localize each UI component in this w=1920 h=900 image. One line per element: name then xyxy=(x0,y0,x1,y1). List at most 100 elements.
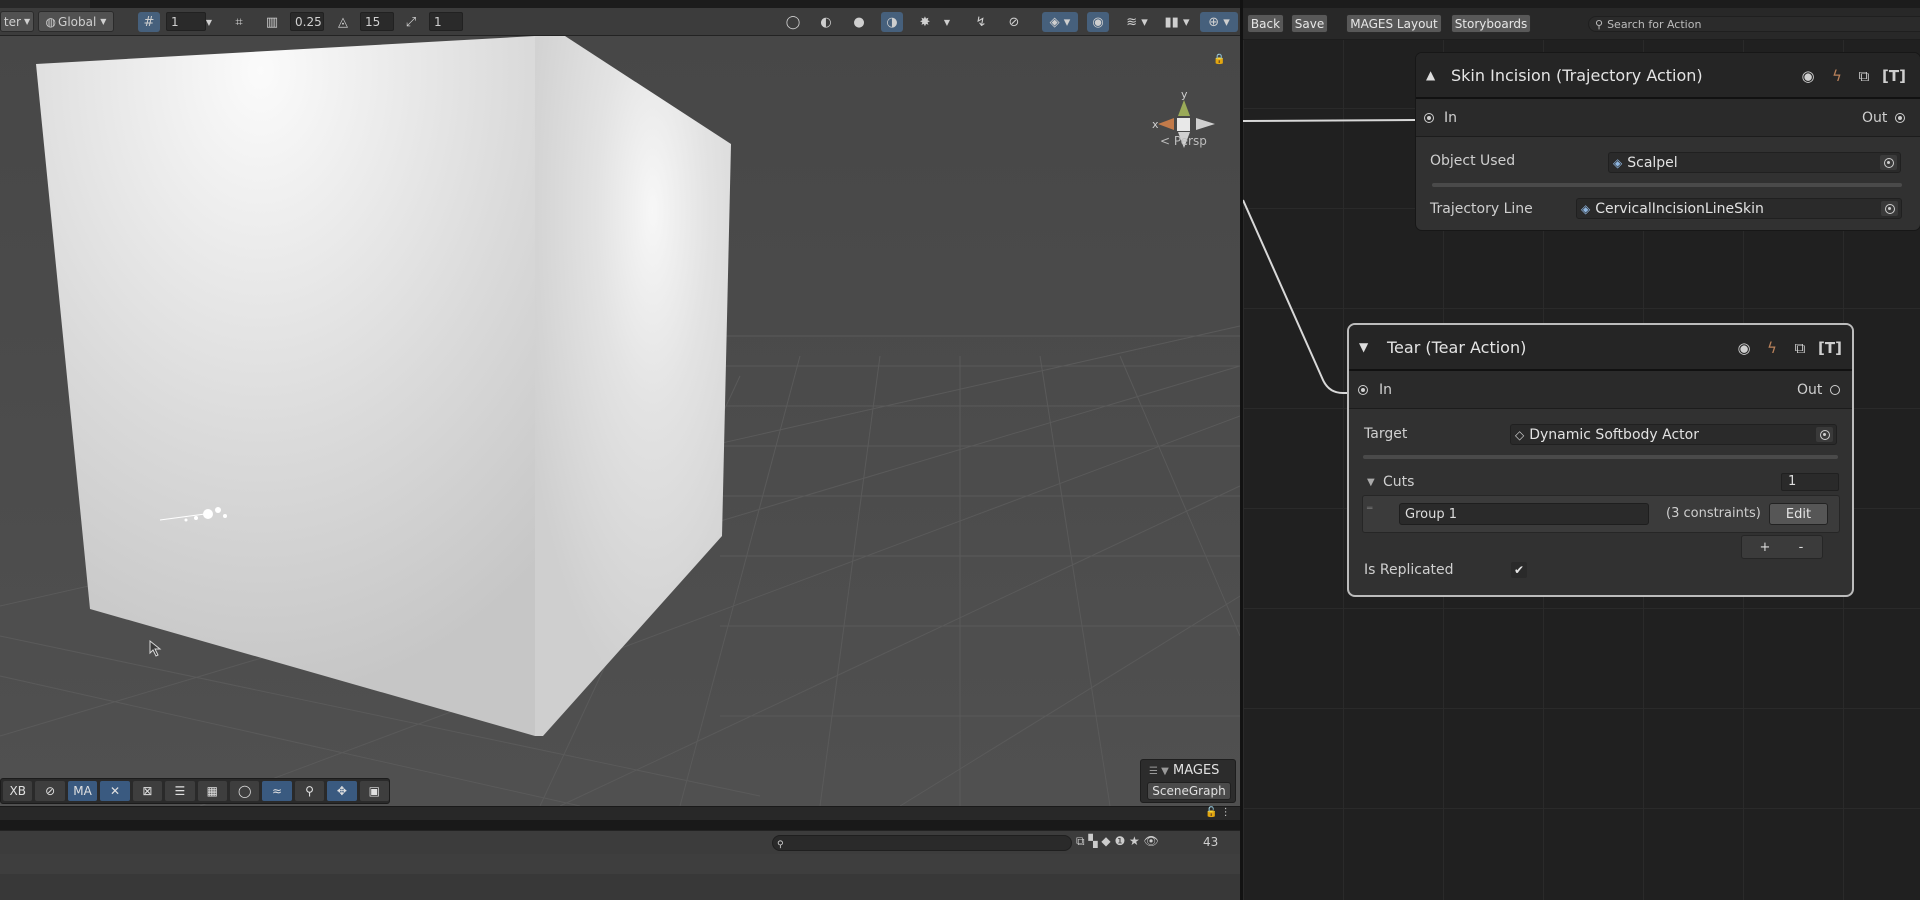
in-port[interactable] xyxy=(1424,113,1434,123)
shaded-wireframe-icon[interactable]: ◐ xyxy=(815,12,837,32)
storyboards-button[interactable]: Storyboards xyxy=(1451,14,1531,33)
constraints-count: (3 constraints) xyxy=(1666,506,1761,521)
expand-icon[interactable]: ▼ xyxy=(1359,340,1368,354)
circle-icon[interactable]: ◯ xyxy=(229,781,260,801)
move-snap-field[interactable]: 0.25 xyxy=(290,12,324,31)
snap-grid-icon[interactable]: ⌗ xyxy=(228,12,250,32)
action-search-input[interactable]: ⚲ Search for Action ✕ xyxy=(1588,16,1920,32)
lighting-icon[interactable]: ✸ xyxy=(914,12,936,32)
object-picker-icon[interactable] xyxy=(1880,155,1897,170)
audio-mute-icon[interactable]: ↯ xyxy=(970,12,992,32)
effects-icon[interactable]: ⊘ xyxy=(1003,12,1025,32)
duplicate-icon[interactable]: ⧉ xyxy=(1790,339,1810,357)
scale-snap-icon[interactable]: ⤢ xyxy=(400,12,422,32)
mages-overlay-title[interactable]: ☰ ▼ MAGES xyxy=(1149,763,1219,778)
expand-icon[interactable]: ⊠ xyxy=(132,781,163,801)
rotate-snap-field[interactable]: 15 xyxy=(360,12,394,31)
cube-icon: ◈ xyxy=(1581,201,1591,216)
back-button[interactable]: Back xyxy=(1247,14,1284,33)
visibility-toggle-icon[interactable]: ◉ xyxy=(1087,12,1109,32)
remove-item-button[interactable]: - xyxy=(1788,540,1814,556)
separator xyxy=(1432,183,1902,187)
lock-icon[interactable]: 🔓 ⋮ xyxy=(1205,807,1231,818)
cube-icon: ◈ xyxy=(1613,155,1623,170)
chevron-down-icon[interactable]: ▼ xyxy=(198,12,220,32)
cuts-count-field[interactable]: 1 xyxy=(1781,473,1839,491)
object-used-field[interactable]: ◈ Scalpel xyxy=(1608,152,1901,173)
lock-icon[interactable]: 🔒 xyxy=(1213,53,1225,65)
scale-snap-field[interactable]: 1 xyxy=(429,12,463,31)
drag-handle-icon[interactable]: ☰ ▼ xyxy=(1149,766,1169,777)
unity-editor: ter ▼ ◍ Global ▼ # 1 ▼ ⌗ ▥ 0.25 ◬ 15 ⤢ 1 ◯ … xyxy=(0,0,1920,900)
tool-xb[interactable]: XB xyxy=(3,781,33,801)
console-search-input[interactable]: ⚲ xyxy=(772,835,1072,851)
move-icon[interactable]: ✥ xyxy=(327,781,357,801)
lightning-icon[interactable]: ϟ xyxy=(1827,67,1847,85)
chevron-down-icon[interactable]: ▼ xyxy=(936,12,958,32)
foldout-arrow-icon[interactable]: ▼ xyxy=(1367,477,1375,488)
drag-handle-icon[interactable]: ═ xyxy=(1367,504,1372,514)
pivot-label: ter xyxy=(3,14,21,29)
eye-icon[interactable]: ◉ xyxy=(1798,67,1818,85)
grid-box-icon[interactable]: ▦ xyxy=(197,781,227,801)
trajectory-line-field[interactable]: ◈ CervicalIncisionLineSkin xyxy=(1576,198,1902,219)
cuts-label[interactable]: Cuts xyxy=(1383,474,1414,490)
rotate-snap-icon[interactable]: ◬ xyxy=(332,12,354,32)
shaded-icon[interactable]: ● xyxy=(848,12,870,32)
add-item-button[interactable]: + xyxy=(1752,540,1778,556)
layers-dropdown-icon[interactable]: ◈ ▾ xyxy=(1042,12,1078,32)
group-name-field[interactable]: Group 1 xyxy=(1399,503,1649,525)
node-header[interactable]: ▼ Tear (Tear Action) ◉ ϟ ⧉ [T] xyxy=(1349,325,1852,371)
tools-icon[interactable]: ✕ xyxy=(100,781,130,801)
node-header[interactable]: ▲ Skin Incision (Trajectory Action) ◉ ϟ … xyxy=(1416,53,1920,99)
in-port[interactable] xyxy=(1358,385,1368,395)
group-list-item: ═ Group 1 (3 constraints) Edit xyxy=(1362,495,1840,533)
console-message-count: 43 xyxy=(1203,835,1219,849)
space-dropdown[interactable]: ◍ Global ▼ xyxy=(38,11,114,32)
out-label: Out xyxy=(1862,110,1888,126)
save-button[interactable]: Save xyxy=(1291,14,1328,33)
increment-snap-icon[interactable]: ▥ xyxy=(261,12,283,32)
scenegraph-button[interactable]: SceneGraph xyxy=(1147,782,1231,800)
gizmos-dropdown-icon[interactable]: ⊕ ▾ xyxy=(1200,12,1238,32)
chevron-down-icon: ▼ xyxy=(100,17,107,26)
node-skin-incision[interactable]: ▲ Skin Incision (Trajectory Action) ◉ ϟ … xyxy=(1416,53,1920,230)
out-port[interactable] xyxy=(1895,113,1905,123)
console-row[interactable] xyxy=(0,854,1240,874)
sliders-icon[interactable]: ☰ xyxy=(165,781,195,801)
out-port[interactable] xyxy=(1830,385,1840,395)
edit-button[interactable]: Edit xyxy=(1769,503,1828,525)
search-icon[interactable]: ⚲ xyxy=(294,781,325,801)
tool-ma[interactable]: MA xyxy=(67,781,98,801)
wireframe-shading-icon[interactable]: ◯ xyxy=(782,12,804,32)
globe-icon: ◍ xyxy=(45,14,57,29)
lit-shading-icon[interactable]: ◑ xyxy=(881,12,903,32)
target-field[interactable]: ◇ Dynamic Softbody Actor xyxy=(1510,424,1837,445)
is-replicated-checkbox[interactable]: ✔ xyxy=(1511,562,1527,578)
compass-icon[interactable]: ⊘ xyxy=(35,781,65,801)
mages-layout-button[interactable]: MAGES Layout xyxy=(1346,14,1442,33)
object-picker-icon[interactable] xyxy=(1816,427,1833,442)
node-tear[interactable]: ▼ Tear (Tear Action) ◉ ϟ ⧉ [T] In Out Ta… xyxy=(1349,325,1852,595)
layers-icon[interactable]: ≈ xyxy=(262,781,292,801)
trajectory-line-label: Trajectory Line xyxy=(1430,201,1533,217)
console-filter-icons[interactable]: ⧉ ▚ ◆ ❶ ★ 👁 xyxy=(1076,834,1159,849)
gizmo-x-axis-label: x xyxy=(1152,118,1159,131)
lightning-icon[interactable]: ϟ xyxy=(1762,339,1782,357)
duplicate-icon[interactable]: ⧉ xyxy=(1854,67,1874,85)
projection-label[interactable]: < Persp xyxy=(1160,134,1207,148)
collapse-icon[interactable]: ▲ xyxy=(1426,68,1435,82)
camera-icon[interactable]: ▣ xyxy=(359,781,390,801)
text-mode-icon[interactable]: [T] xyxy=(1818,339,1842,357)
grid-toggle-icon[interactable]: # xyxy=(138,12,160,32)
game-tab[interactable] xyxy=(0,0,90,8)
object-picker-icon[interactable] xyxy=(1881,201,1898,216)
camera-settings-icon[interactable]: ▮▮ ▾ xyxy=(1160,12,1194,32)
scene-viewport[interactable]: y x 🔒 xyxy=(0,36,1240,806)
eye-icon[interactable]: ◉ xyxy=(1734,339,1754,357)
is-replicated-label: Is Replicated xyxy=(1364,562,1454,578)
pivot-dropdown[interactable]: ter ▼ xyxy=(0,11,34,32)
render-layers-icon[interactable]: ≋ ▾ xyxy=(1120,12,1154,32)
object-used-value: Scalpel xyxy=(1627,154,1678,171)
text-mode-icon[interactable]: [T] xyxy=(1882,67,1906,85)
